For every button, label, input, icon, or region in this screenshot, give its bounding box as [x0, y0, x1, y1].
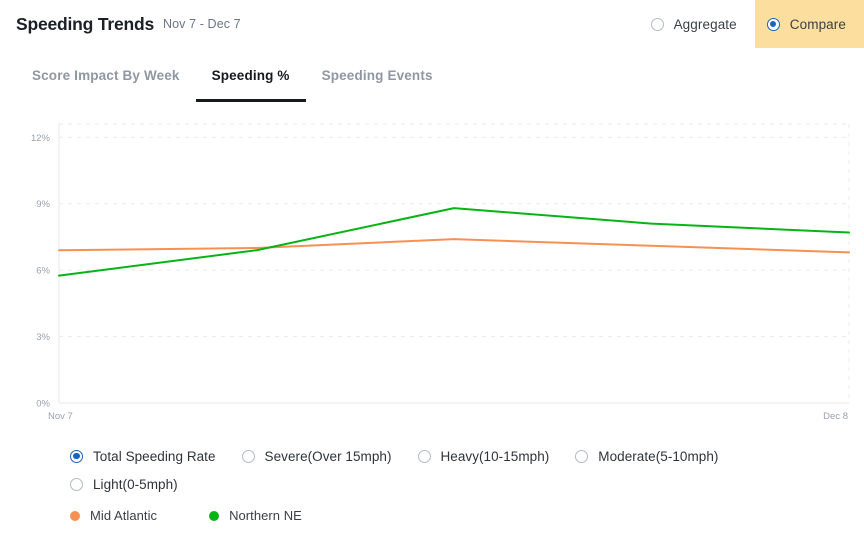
- mode-option-compare[interactable]: Compare: [754, 0, 864, 48]
- tab-score-impact-by-week[interactable]: Score Impact By Week: [16, 48, 196, 102]
- legend-label-northern-ne: Northern NE: [229, 508, 302, 523]
- radio-icon-light[interactable]: [70, 477, 83, 491]
- radio-icon-severe[interactable]: [241, 449, 255, 463]
- chart-line-mid-atlantic: [58, 238, 850, 254]
- radio-icon-compare[interactable]: [766, 17, 780, 31]
- metric-label-heavy: Heavy(10-15mph): [440, 448, 550, 464]
- metric-selector-group: Total Speeding Rate Severe(Over 15mph) H…: [0, 436, 864, 498]
- metric-option-heavy[interactable]: Heavy(10-15mph): [417, 448, 550, 464]
- metric-row-primary: Total Speeding Rate Severe(Over 15mph) H…: [70, 442, 864, 470]
- metric-label-light: Light(0-5mph): [93, 476, 178, 492]
- radio-icon-aggregate[interactable]: [650, 17, 664, 31]
- metric-option-moderate[interactable]: Moderate(5-10mph): [575, 449, 718, 464]
- metric-option-total-speeding-rate[interactable]: Total Speeding Rate: [70, 449, 216, 464]
- legend-label-mid-atlantic: Mid Atlantic: [90, 508, 158, 523]
- view-mode-group: Aggregate Compare: [639, 0, 864, 48]
- legend-dot-northern-ne: [209, 510, 220, 521]
- x-axis-tick-label-start: Nov 7: [48, 411, 73, 422]
- metric-option-light[interactable]: Light(0-5mph): [70, 477, 178, 492]
- tab-bar-divider: [16, 106, 848, 108]
- tab-bar: Score Impact By Week Speeding % Speeding…: [0, 48, 864, 108]
- y-axis-tick-label: 0%: [36, 399, 50, 410]
- chart-legend: Mid Atlantic Northern NE: [0, 498, 864, 523]
- legend-item-northern-ne[interactable]: Northern NE: [209, 508, 302, 523]
- speeding-percent-line-chart[interactable]: 0% 3% 6% 9% 12% Nov 7 Dec 8: [0, 116, 864, 436]
- y-axis-tick-label: 9%: [36, 199, 50, 210]
- radio-icon-heavy[interactable]: [417, 449, 431, 463]
- date-range-label: Nov 7 - Dec 7: [163, 17, 241, 31]
- metric-row-secondary: Light(0-5mph): [70, 470, 864, 498]
- legend-dot-mid-atlantic: [70, 510, 80, 521]
- y-axis-tick-label: 6%: [36, 266, 50, 277]
- chart-container: 0% 3% 6% 9% 12% Nov 7 Dec 8: [0, 116, 864, 436]
- metric-label-severe: Severe(Over 15mph): [264, 448, 392, 464]
- y-axis-tick-label: 12%: [31, 133, 51, 144]
- mode-label-aggregate: Aggregate: [673, 16, 737, 32]
- metric-option-severe[interactable]: Severe(Over 15mph): [241, 448, 392, 464]
- metric-label-total-speeding-rate: Total Speeding Rate: [93, 448, 216, 464]
- chart-line-northern-ne: [58, 207, 850, 277]
- radio-icon-moderate[interactable]: [575, 449, 589, 463]
- legend-item-mid-atlantic[interactable]: Mid Atlantic: [70, 508, 157, 523]
- y-axis-tick-label: 3%: [36, 332, 50, 343]
- page-header: Speeding Trends Nov 7 - Dec 7 Aggregate …: [0, 0, 864, 48]
- tab-speeding-events[interactable]: Speeding Events: [306, 48, 449, 102]
- mode-label-compare: Compare: [789, 16, 846, 32]
- radio-icon-total-speeding-rate[interactable]: [70, 449, 83, 463]
- metric-label-moderate: Moderate(5-10mph): [598, 448, 719, 464]
- mode-option-aggregate[interactable]: Aggregate: [639, 0, 755, 48]
- tab-speeding-percent[interactable]: Speeding %: [195, 48, 306, 102]
- page-title: Speeding Trends: [16, 13, 154, 34]
- x-axis-tick-label-end: Dec 8: [823, 411, 848, 422]
